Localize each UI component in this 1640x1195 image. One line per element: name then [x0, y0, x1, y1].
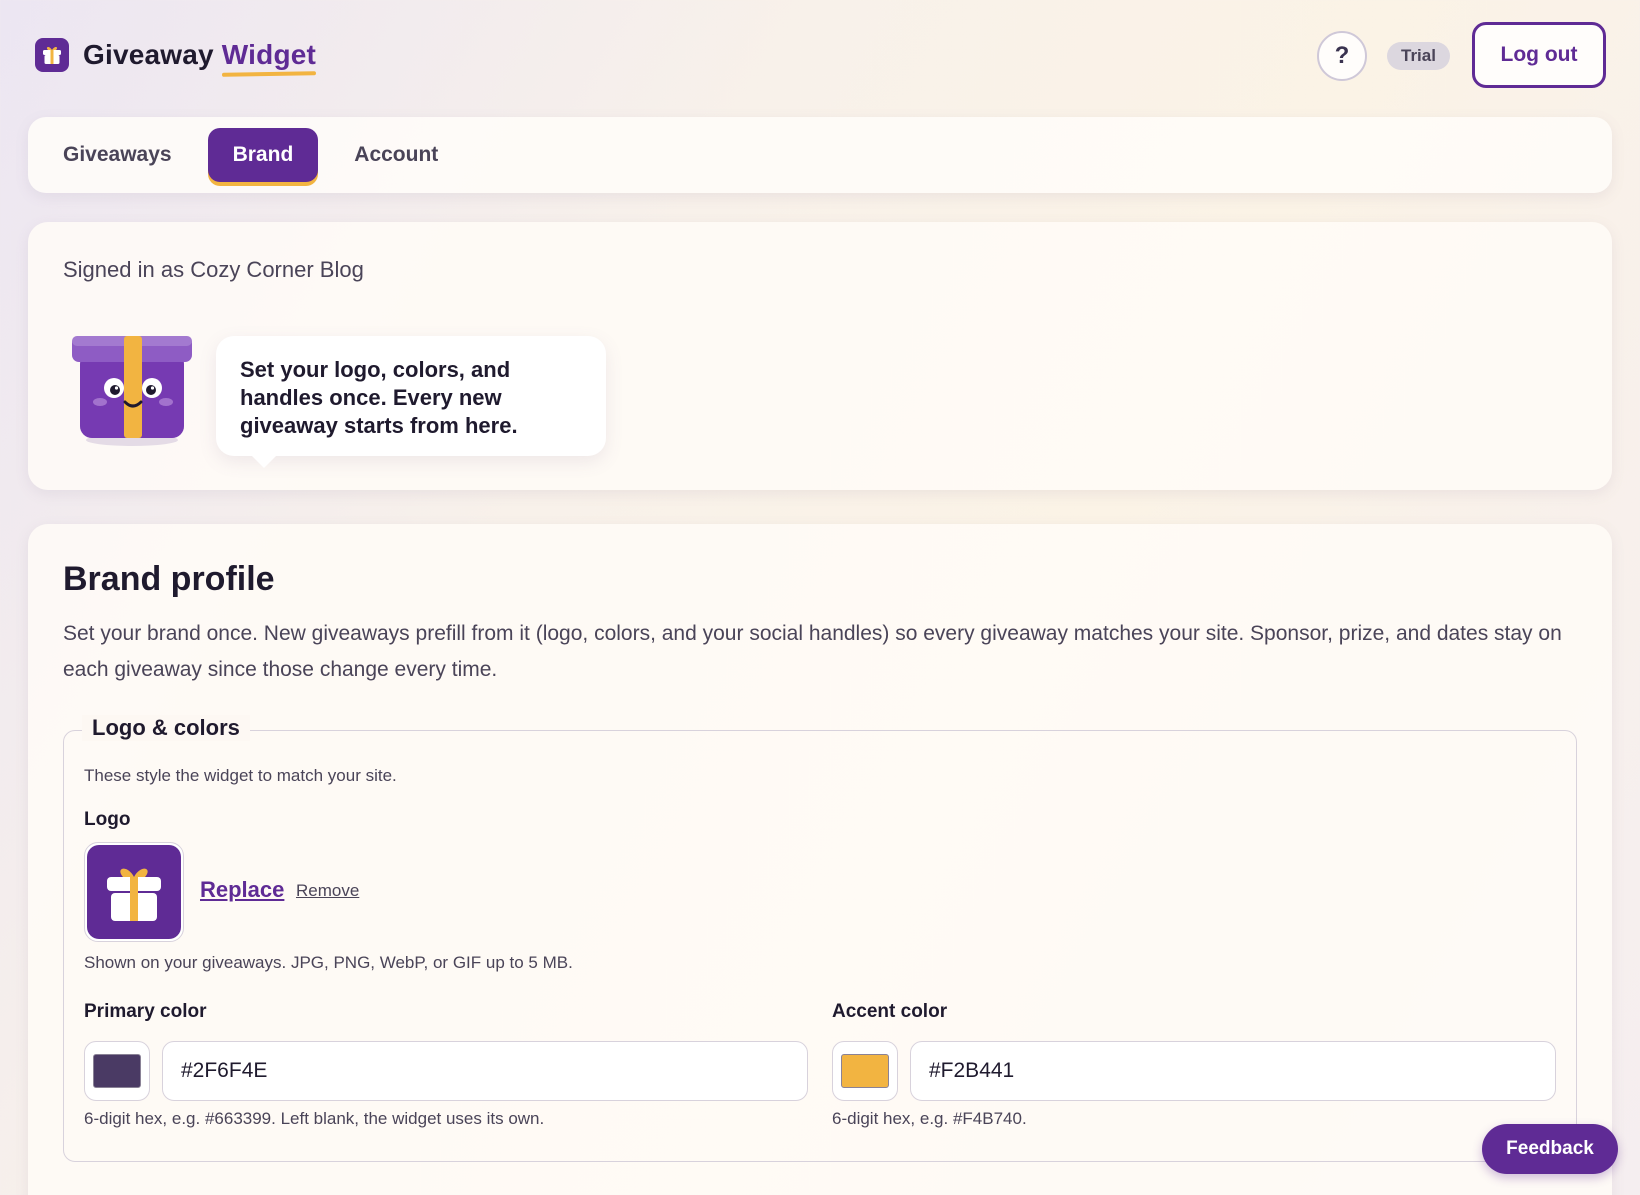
primary-color-input[interactable] [162, 1041, 808, 1101]
app-name-accent: Widget [221, 39, 317, 70]
feedback-button[interactable]: Feedback [1482, 1124, 1618, 1174]
tab-brand[interactable]: Brand [207, 128, 319, 182]
gift-icon [87, 845, 181, 939]
app-name: Giveaway Widget [83, 39, 316, 71]
tab-account[interactable]: Account [354, 128, 438, 182]
logo-colors-fieldset: Logo & colors These style the widget to … [63, 715, 1577, 1162]
remove-logo-link[interactable]: Remove [296, 881, 359, 901]
profile-description: Set your brand once. New giveaways prefi… [63, 622, 1562, 681]
tab-giveaways[interactable]: Giveaways [63, 128, 172, 182]
gift-logo-icon [35, 38, 69, 72]
app-header: Giveaway Widget ? Trial Log out [0, 0, 1640, 112]
gift-mascot-icon [68, 322, 196, 450]
plan-badge: Trial [1387, 42, 1450, 70]
brand-profile-card: Brand profile Set your brand once. New g… [28, 524, 1612, 1195]
main-tabs: Giveaways Brand Account [28, 117, 1612, 193]
accent-color-swatch [841, 1054, 889, 1088]
signed-in-text: Signed in as Cozy Corner Blog [63, 257, 364, 282]
replace-logo-link[interactable]: Replace [200, 877, 284, 903]
primary-color-hint: 6-digit hex, e.g. #663399. Left blank, t… [84, 1109, 545, 1128]
fieldset-legend: Logo & colors [82, 715, 250, 741]
accent-color-hint: 6-digit hex, e.g. #F4B740. [832, 1109, 1027, 1128]
app-name-primary: Giveaway [83, 39, 214, 70]
logo-preview [84, 842, 184, 942]
accent-color-group: Accent color 6-digit hex, e.g. #F4B740. [832, 1001, 1556, 1129]
accent-color-input[interactable] [910, 1041, 1556, 1101]
brand-home-link[interactable]: Giveaway Widget [35, 38, 316, 72]
logo-hint: Shown on your giveaways. JPG, PNG, WebP,… [84, 953, 573, 972]
help-button[interactable]: ? [1317, 31, 1367, 81]
intro-card: Signed in as Cozy Corner Blog Set your l… [28, 222, 1612, 490]
logo-label: Logo [84, 809, 131, 830]
primary-color-group: Primary color 6-digit hex, e.g. #663399.… [84, 1001, 808, 1129]
primary-color-label: Primary color [84, 1001, 207, 1022]
page-title: Brand profile [63, 560, 275, 598]
fieldset-help-text: These style the widget to match your sit… [84, 766, 397, 785]
accent-color-label: Accent color [832, 1001, 948, 1022]
primary-color-picker[interactable] [84, 1041, 150, 1101]
primary-color-swatch [93, 1054, 141, 1088]
speech-bubble: Set your logo, colors, and handles once.… [216, 336, 606, 468]
logout-button[interactable]: Log out [1472, 22, 1606, 88]
accent-color-picker[interactable] [832, 1041, 898, 1101]
